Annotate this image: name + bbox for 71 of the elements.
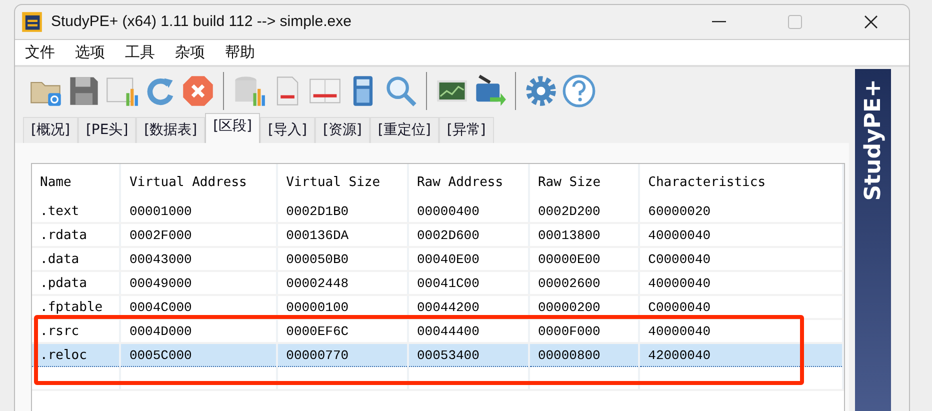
database-chart-icon[interactable] (232, 74, 266, 108)
table-row[interactable]: .rdata 0002F000 000136DA 0002D600 00013800 40000040 (32, 223, 843, 247)
table-cell: 00000400 (408, 200, 529, 223)
table-cell: 0002D600 (408, 223, 529, 247)
menu-item[interactable]: 杂项 (175, 42, 205, 62)
tab[interactable]: [异常] (438, 117, 494, 143)
table-cell: 00013800 (528, 223, 640, 247)
table-cell: 0005C000 (120, 343, 278, 366)
table-cell: 40000040 (639, 271, 843, 295)
table-cell: 00043000 (120, 247, 278, 271)
table-cell: 00049000 (120, 271, 278, 295)
minimize-icon[interactable] (712, 20, 726, 23)
menu-item[interactable]: 文件 (25, 42, 55, 62)
banner-text: StudyPE+ (860, 79, 886, 201)
table-cell: C0000040 (639, 247, 843, 271)
table-cell: 000136DA (277, 223, 408, 247)
table-cell: C0000040 (639, 295, 843, 319)
table-cell: 00041C00 (408, 271, 529, 295)
table-cell: .rdata (32, 223, 120, 247)
table-cell: .fptable (32, 295, 120, 319)
table-cell: 00002448 (277, 271, 408, 295)
settings-icon[interactable] (524, 74, 558, 108)
table-cell: 00000800 (528, 343, 640, 366)
table-cell: .pdata (32, 271, 120, 295)
column-header[interactable]: Raw Address (408, 164, 529, 200)
table-cell: .data (32, 247, 120, 271)
tab[interactable]: [资源] (314, 117, 370, 143)
basket-arrow-icon[interactable] (473, 74, 507, 108)
menu-item[interactable]: 工具 (125, 42, 155, 62)
tab[interactable]: [数据表] (136, 117, 206, 143)
menu-item[interactable]: 帮助 (225, 42, 255, 62)
table-cell: 0004C000 (120, 295, 278, 319)
close-icon[interactable] (864, 14, 878, 29)
tab[interactable]: [导入] (260, 117, 315, 143)
table-cell: 60000020 (639, 200, 843, 223)
table-row[interactable]: .text 00001000 0002D1B0 00000400 0002D200 60000020 (32, 200, 843, 223)
table-cell: 00002600 (528, 271, 640, 295)
help-icon[interactable] (562, 74, 596, 108)
tab[interactable]: [概况] (23, 117, 78, 143)
table-cell: .reloc (32, 343, 120, 366)
menu-item[interactable]: 选项 (75, 42, 105, 62)
column-header[interactable]: Characteristics (639, 164, 843, 200)
column-header[interactable]: Virtual Address (120, 164, 278, 200)
table-row[interactable]: .pdata 00049000 00002448 00041C00 00002600 40000040 (32, 271, 843, 295)
table-row[interactable]: .data 00043000 000050B0 00040E00 00000E00 C0000040 (32, 247, 843, 271)
table-cell: 000050B0 (277, 247, 408, 271)
table-cell: 00000200 (528, 295, 640, 319)
tab[interactable]: [重定位] (370, 117, 439, 143)
table-cell: 00000100 (277, 295, 408, 319)
column-header[interactable]: Name (32, 164, 120, 200)
table-cell: 40000040 (639, 223, 843, 247)
table-cell: 00000E00 (528, 247, 640, 271)
table-cell: 00040E00 (408, 247, 529, 271)
table-cell: 0002D1B0 (277, 200, 408, 223)
table-row[interactable]: .fptable 0004C000 00000100 00044200 00000200 C0000040 (32, 295, 843, 319)
table-cell: 00053400 (408, 343, 529, 366)
table-cell: 00000770 (277, 343, 408, 366)
tab[interactable]: [PE头] (78, 117, 136, 143)
table-row[interactable]: .reloc 0005C000 00000770 00053400 00000800 42000040 (32, 343, 843, 366)
column-header[interactable]: Raw Size (528, 164, 640, 200)
window-title: StudyPE+ (x64) 1.11 build 112 --> simple.exe (51, 13, 352, 30)
table-cell: 0002F000 (120, 223, 278, 247)
table-cell: 0002D200 (528, 200, 640, 223)
table-cell: .text (32, 200, 120, 223)
column-header[interactable]: Virtual Size (277, 164, 408, 200)
table-cell: 42000040 (639, 343, 843, 366)
search-icon[interactable] (384, 74, 418, 108)
table-cell: 00044200 (408, 295, 529, 319)
tab[interactable]: [区段] (205, 113, 260, 143)
table-cell: 00001000 (120, 200, 278, 223)
app-icon (21, 10, 43, 33)
